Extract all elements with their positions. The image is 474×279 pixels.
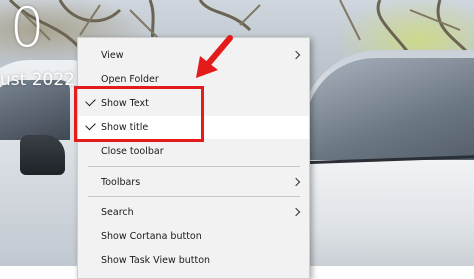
chevron-right-icon xyxy=(291,50,301,60)
car-left-mirror xyxy=(20,135,65,175)
menu-item-close-toolbar[interactable]: Close toolbar xyxy=(78,140,309,163)
menu-item-label: Show Cortana button xyxy=(101,231,202,242)
menu-item-label: Close toolbar xyxy=(101,146,164,157)
menu-item-search[interactable]: Search xyxy=(78,201,309,224)
menu-separator xyxy=(88,166,300,167)
chevron-right-icon xyxy=(291,177,301,187)
menu-item-label: Search xyxy=(101,207,134,218)
lockscreen-clock-date: ust 2022 xyxy=(0,70,75,90)
menu-item-label: View xyxy=(101,50,124,61)
menu-item-label: Toolbars xyxy=(101,177,141,188)
lockscreen-clock-hour: 0 xyxy=(10,0,44,59)
menu-item-label: Open Folder xyxy=(101,74,159,85)
menu-item-show-task-view-button[interactable]: Show Task View button xyxy=(78,249,309,272)
red-arrow-icon xyxy=(196,35,233,78)
car-right-hood xyxy=(300,160,474,266)
chevron-right-icon xyxy=(291,207,301,217)
menu-item-toolbars[interactable]: Toolbars xyxy=(78,171,309,194)
annotation-highlight-box xyxy=(74,86,204,142)
menu-separator xyxy=(88,196,300,197)
menu-item-label: Show Task View button xyxy=(101,255,211,266)
menu-item-show-cortana-button[interactable]: Show Cortana button xyxy=(78,225,309,248)
car-right-windshield xyxy=(305,58,474,163)
